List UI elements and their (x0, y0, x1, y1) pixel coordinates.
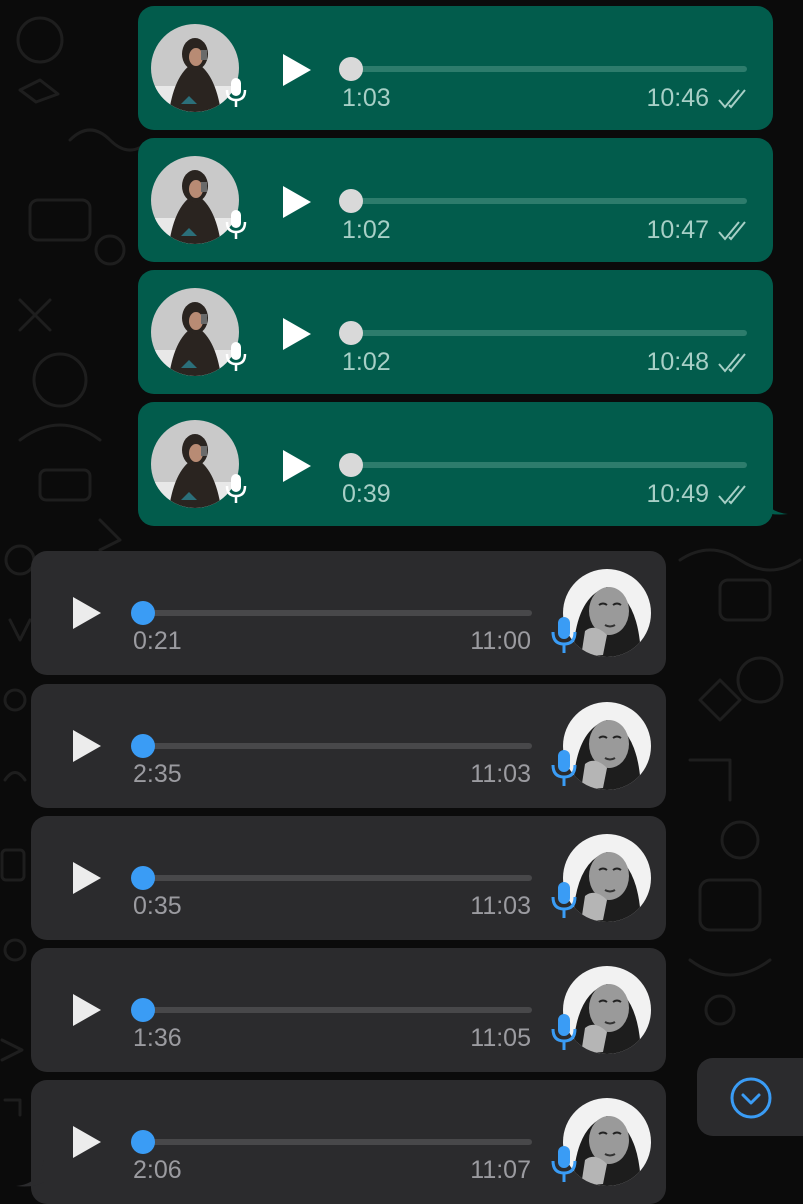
message-bubble-incoming: 1:36 11:05 (31, 948, 666, 1072)
double-check-icon (718, 89, 746, 109)
audio-scrubber-knob[interactable] (131, 866, 155, 890)
message-bubble-incoming: 2:35 11:03 (31, 684, 666, 808)
audio-progress-track[interactable] (350, 66, 747, 72)
message-time: 10:46 (646, 84, 709, 112)
message-bubble-outgoing: 1:02 10:48 (138, 270, 773, 394)
microphone-icon (551, 882, 577, 918)
play-icon[interactable] (69, 1122, 105, 1162)
audio-scrubber-knob[interactable] (131, 1130, 155, 1154)
chevron-down-circle-icon (730, 1077, 772, 1119)
audio-progress-track[interactable] (141, 1007, 532, 1013)
play-icon[interactable] (69, 858, 105, 898)
audio-scrubber-knob[interactable] (339, 57, 363, 81)
voice-duration: 0:35 (133, 892, 182, 920)
message-time: 11:03 (470, 760, 531, 788)
audio-scrubber-knob[interactable] (339, 189, 363, 213)
voice-duration: 0:21 (133, 627, 182, 655)
double-check-icon (718, 221, 746, 241)
message-time: 10:47 (646, 216, 709, 244)
voice-duration: 1:02 (342, 348, 391, 376)
microphone-icon (551, 1014, 577, 1050)
message-time: 10:49 (646, 480, 709, 508)
microphone-icon (551, 750, 577, 786)
play-icon[interactable] (69, 990, 105, 1030)
message-time: 11:03 (470, 892, 531, 920)
microphone-icon (225, 78, 247, 107)
play-icon[interactable] (279, 314, 315, 354)
play-icon[interactable] (69, 726, 105, 766)
audio-progress-track[interactable] (141, 1139, 532, 1145)
scroll-to-bottom-button[interactable] (697, 1058, 803, 1136)
message-time: 11:07 (470, 1156, 531, 1184)
message-bubble-outgoing: 0:39 10:49 (138, 402, 773, 526)
double-check-icon (718, 353, 746, 373)
voice-duration: 1:03 (342, 84, 391, 112)
bubble-tail (760, 488, 788, 515)
audio-progress-track[interactable] (141, 610, 532, 616)
message-bubble-incoming: 0:21 11:00 (31, 551, 666, 675)
voice-duration: 2:06 (133, 1156, 182, 1184)
audio-progress-track[interactable] (350, 198, 747, 204)
play-icon[interactable] (279, 182, 315, 222)
audio-scrubber-knob[interactable] (131, 601, 155, 625)
voice-duration: 2:35 (133, 760, 182, 788)
message-bubble-outgoing: 1:02 10:47 (138, 138, 773, 262)
voice-duration: 0:39 (342, 480, 391, 508)
voice-duration: 1:02 (342, 216, 391, 244)
microphone-icon (551, 1146, 577, 1182)
message-bubble-incoming: 0:35 11:03 (31, 816, 666, 940)
play-icon[interactable] (69, 593, 105, 633)
double-check-icon (718, 485, 746, 505)
microphone-icon (225, 210, 247, 239)
audio-scrubber-knob[interactable] (131, 998, 155, 1022)
voice-duration: 1:36 (133, 1024, 182, 1052)
audio-progress-track[interactable] (141, 875, 532, 881)
play-icon[interactable] (279, 446, 315, 486)
audio-scrubber-knob[interactable] (339, 453, 363, 477)
microphone-icon (225, 342, 247, 371)
message-bubble-incoming: 2:06 11:07 (31, 1080, 666, 1204)
audio-progress-track[interactable] (350, 462, 747, 468)
bubble-tail (16, 1160, 44, 1187)
message-time: 11:00 (470, 627, 531, 655)
audio-scrubber-knob[interactable] (131, 734, 155, 758)
microphone-icon (225, 474, 247, 503)
audio-progress-track[interactable] (141, 743, 532, 749)
message-bubble-outgoing: 1:03 10:46 (138, 6, 773, 130)
audio-progress-track[interactable] (350, 330, 747, 336)
microphone-icon (551, 617, 577, 653)
audio-scrubber-knob[interactable] (339, 321, 363, 345)
message-time: 10:48 (646, 348, 709, 376)
message-time: 11:05 (470, 1024, 531, 1052)
play-icon[interactable] (279, 50, 315, 90)
